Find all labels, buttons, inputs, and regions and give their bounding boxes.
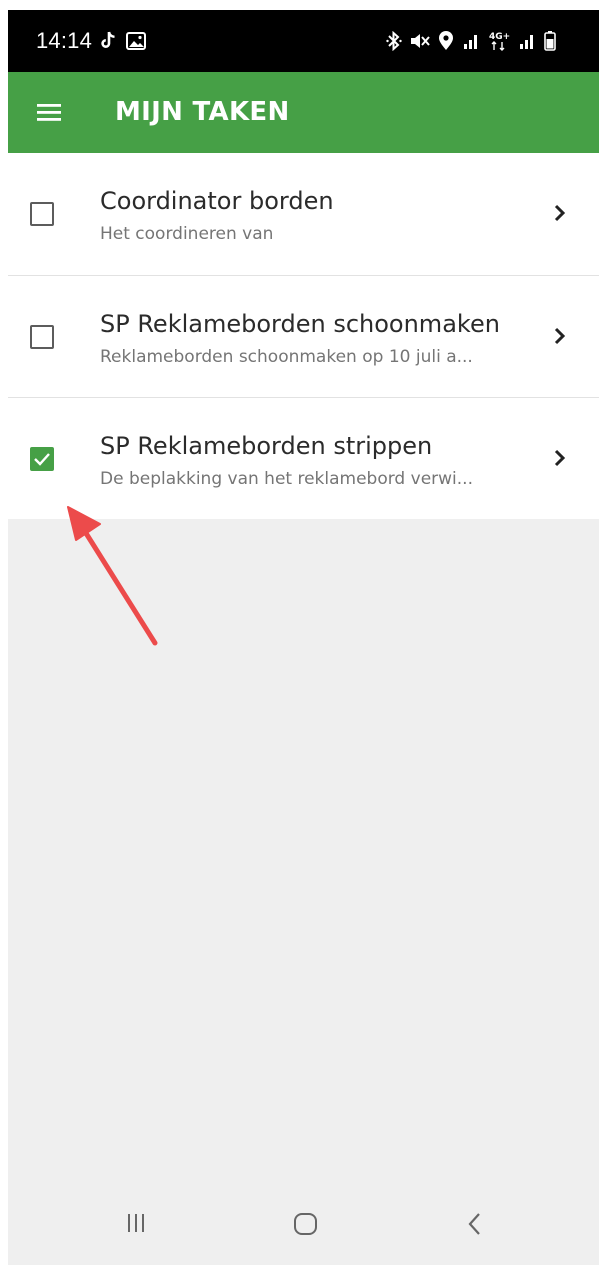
home-icon[interactable] bbox=[293, 1212, 319, 1241]
recent-apps-icon[interactable] bbox=[126, 1212, 146, 1239]
back-icon[interactable] bbox=[466, 1212, 484, 1241]
navigation-bar bbox=[8, 1190, 599, 1265]
phone-screen: 14:14 4G+ MIJN TAKEN Coordinator borden … bbox=[8, 10, 599, 1265]
red-arrow-icon bbox=[67, 506, 158, 646]
